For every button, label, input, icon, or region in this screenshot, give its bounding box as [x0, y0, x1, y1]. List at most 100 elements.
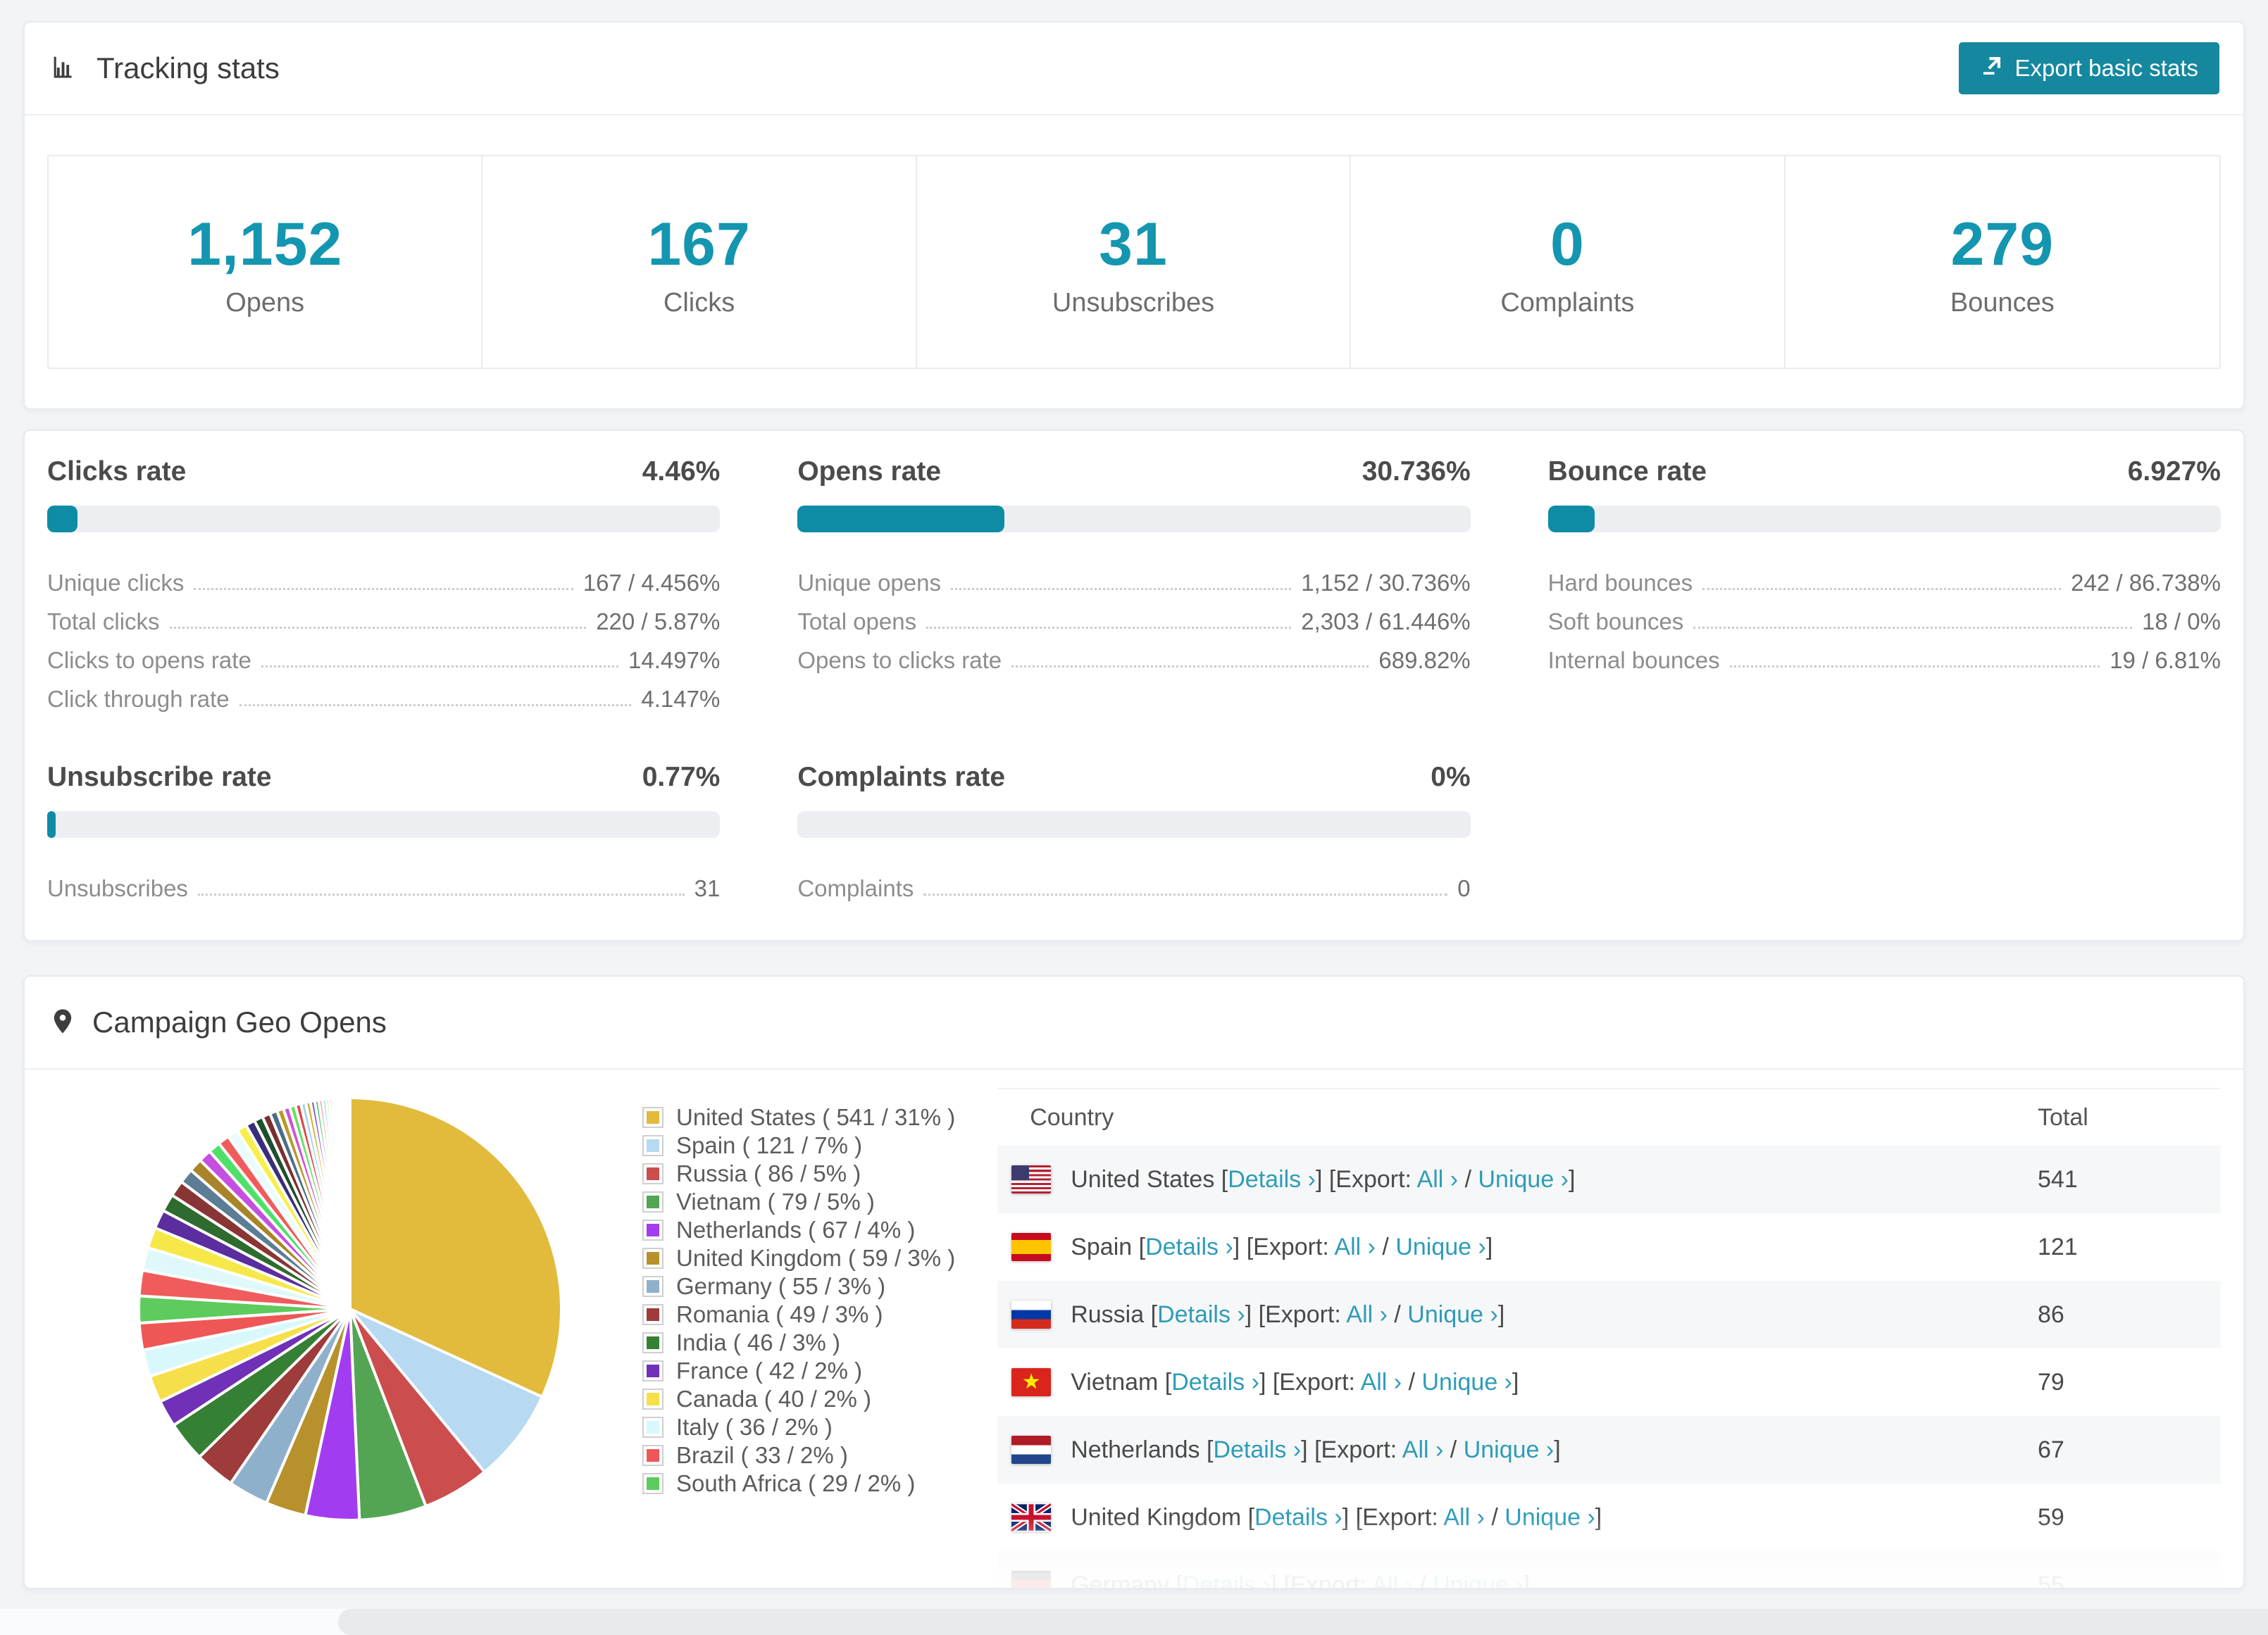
table-row-united-kingdom: United Kingdom [Details ›] [Export: All … [997, 1484, 2221, 1551]
table-row-russia: Russia [Details ›] [Export: All › / Uniq… [997, 1281, 2221, 1348]
summary-value: 31 [1099, 211, 1168, 278]
export-all-link[interactable]: All › [1443, 1504, 1485, 1531]
country-cell: Spain [Details ›] [Export: All › / Uniqu… [1071, 1233, 1493, 1260]
export-all-link[interactable]: All › [1417, 1166, 1459, 1193]
country-name: Spain [1071, 1233, 1133, 1260]
legend-label: Brazil ( 33 / 2% ) [676, 1442, 848, 1468]
country-name: Netherlands [1071, 1436, 1200, 1463]
details-link[interactable]: Details › [1171, 1369, 1259, 1396]
summary-bounces: 279 Bounces [1786, 156, 2219, 368]
details-link[interactable]: Details › [1183, 1572, 1271, 1589]
rate-stat-row: Clicks to opens rate 14.497% [47, 635, 720, 674]
rate-title: Unsubscribe rate [47, 762, 272, 792]
country-name: United Kingdom [1071, 1503, 1242, 1531]
rate-stat-row: Click through rate 4.147% [47, 674, 720, 713]
stat-label: Hard bounces [1547, 570, 1693, 596]
legend-label: France ( 42 / 2% ) [676, 1358, 863, 1384]
export-unique-link[interactable]: Unique › [1395, 1234, 1486, 1260]
rate-stat-row: Unsubscribes 31 [47, 863, 720, 902]
legend-swatch [642, 1276, 663, 1297]
export-unique-link[interactable]: Unique › [1421, 1369, 1512, 1396]
stat-value: 689.82% [1378, 647, 1471, 673]
summary-value: 0 [1550, 211, 1585, 278]
map-pin-icon [49, 1005, 77, 1041]
stat-value: 14.497% [628, 647, 721, 673]
dotted-leader [261, 665, 619, 668]
export-icon [1980, 54, 2004, 83]
legend-item: Romania ( 49 / 3% ) [642, 1301, 955, 1329]
legend-swatch [642, 1389, 663, 1410]
export-all-link[interactable]: All › [1361, 1369, 1402, 1396]
tracking-stats-card: Tracking stats Export basic stats 1,152 … [23, 21, 2245, 410]
details-link[interactable]: Details › [1254, 1504, 1342, 1531]
dotted-leader [1729, 665, 2100, 668]
legend-item: Canada ( 40 / 2% ) [642, 1385, 955, 1413]
horizontal-scrollbar-track[interactable] [0, 1609, 2268, 1635]
details-link[interactable]: Details › [1213, 1436, 1301, 1463]
export-all-link[interactable]: All › [1402, 1436, 1444, 1463]
country-name: Vietnam [1071, 1368, 1159, 1396]
details-link[interactable]: Details › [1145, 1234, 1233, 1260]
stat-value: 19 / 6.81% [2110, 647, 2221, 673]
legend-label: Germany ( 55 / 3% ) [676, 1273, 886, 1299]
legend-item: United Kingdom ( 59 / 3% ) [642, 1244, 955, 1272]
dotted-leader [1011, 665, 1369, 668]
geo-title: Campaign Geo Opens [92, 1006, 387, 1039]
summary-value: 167 [647, 211, 751, 278]
export-all-link[interactable]: All › [1346, 1301, 1388, 1328]
rates-grid: Clicks rate 4.46% Unique clicks 167 / 4.… [47, 456, 2221, 902]
page-title: Tracking stats [96, 51, 280, 84]
rate-progress-fill [47, 506, 77, 532]
stat-label: Complaints [797, 875, 914, 901]
legend-item: United States ( 541 / 31% ) [642, 1103, 955, 1132]
geo-body: United States ( 541 / 31% ) Spain ( 121 /… [25, 1070, 2243, 1589]
export-all-link[interactable]: All › [1334, 1234, 1376, 1260]
stat-label: Clicks to opens rate [47, 647, 251, 673]
geo-header: Campaign Geo Opens [25, 977, 2243, 1070]
legend-swatch [642, 1163, 663, 1184]
legend-label: United States ( 541 / 31% ) [676, 1104, 956, 1130]
rate-stat-row: Unique clicks 167 / 4.456% [47, 558, 720, 596]
export-unique-link[interactable]: Unique › [1407, 1301, 1498, 1328]
rate-value: 30.736% [1362, 456, 1471, 487]
legend-swatch [642, 1107, 663, 1128]
rate-progress-fill [797, 506, 1004, 532]
details-link[interactable]: Details › [1228, 1166, 1316, 1193]
country-name: United States [1071, 1165, 1215, 1193]
rate-progress-fill [47, 811, 56, 838]
pie-slice-other[interactable] [347, 1096, 351, 1310]
dotted-leader [950, 588, 1292, 590]
rate-stat-row: Total clicks 220 / 5.87% [47, 596, 720, 635]
rate-stat-row: Unique opens 1,152 / 30.736% [797, 558, 1470, 596]
total-cell: 59 [2038, 1503, 2064, 1531]
flag-nl-icon [1011, 1436, 1052, 1464]
total-cell: 541 [2038, 1165, 2078, 1193]
legend-item: Germany ( 55 / 3% ) [642, 1272, 955, 1301]
export-all-link[interactable]: All › [1371, 1572, 1413, 1589]
dotted-leader [1702, 588, 2062, 590]
summary-value: 1,152 [187, 211, 343, 278]
country-cell: Netherlands [Details ›] [Export: All › /… [1071, 1436, 1561, 1463]
summary-clicks: 167 Clicks [482, 156, 917, 368]
details-link[interactable]: Details › [1157, 1301, 1245, 1328]
rate-value: 6.927% [2127, 456, 2221, 487]
table-row-vietnam: ★ Vietnam [Details ›] [Export: All › / Un… [997, 1348, 2221, 1416]
country-cell: Russia [Details ›] [Export: All › / Uniq… [1071, 1301, 1505, 1328]
dotted-leader [926, 627, 1292, 629]
export-unique-link[interactable]: Unique › [1478, 1166, 1569, 1193]
horizontal-scrollbar-thumb[interactable] [338, 1609, 2268, 1635]
legend-label: South Africa ( 29 / 2% ) [676, 1470, 916, 1496]
export-unique-link[interactable]: Unique › [1504, 1504, 1595, 1531]
legend-label: United Kingdom ( 59 / 3% ) [676, 1245, 956, 1271]
stat-label: Click through rate [47, 686, 230, 712]
legend-item: Netherlands ( 67 / 4% ) [642, 1216, 955, 1244]
export-unique-link[interactable]: Unique › [1433, 1572, 1524, 1589]
export-unique-link[interactable]: Unique › [1464, 1436, 1554, 1463]
dotted-leader [194, 588, 573, 590]
table-row-united-states: United States [Details ›] [Export: All ›… [997, 1146, 2221, 1213]
legend-item: Russia ( 86 / 5% ) [642, 1160, 955, 1188]
summary-label: Clicks [663, 288, 735, 318]
export-basic-stats-button[interactable]: Export basic stats [1958, 42, 2219, 94]
flag-ru-icon [1011, 1301, 1052, 1329]
dotted-leader [1693, 627, 2133, 629]
